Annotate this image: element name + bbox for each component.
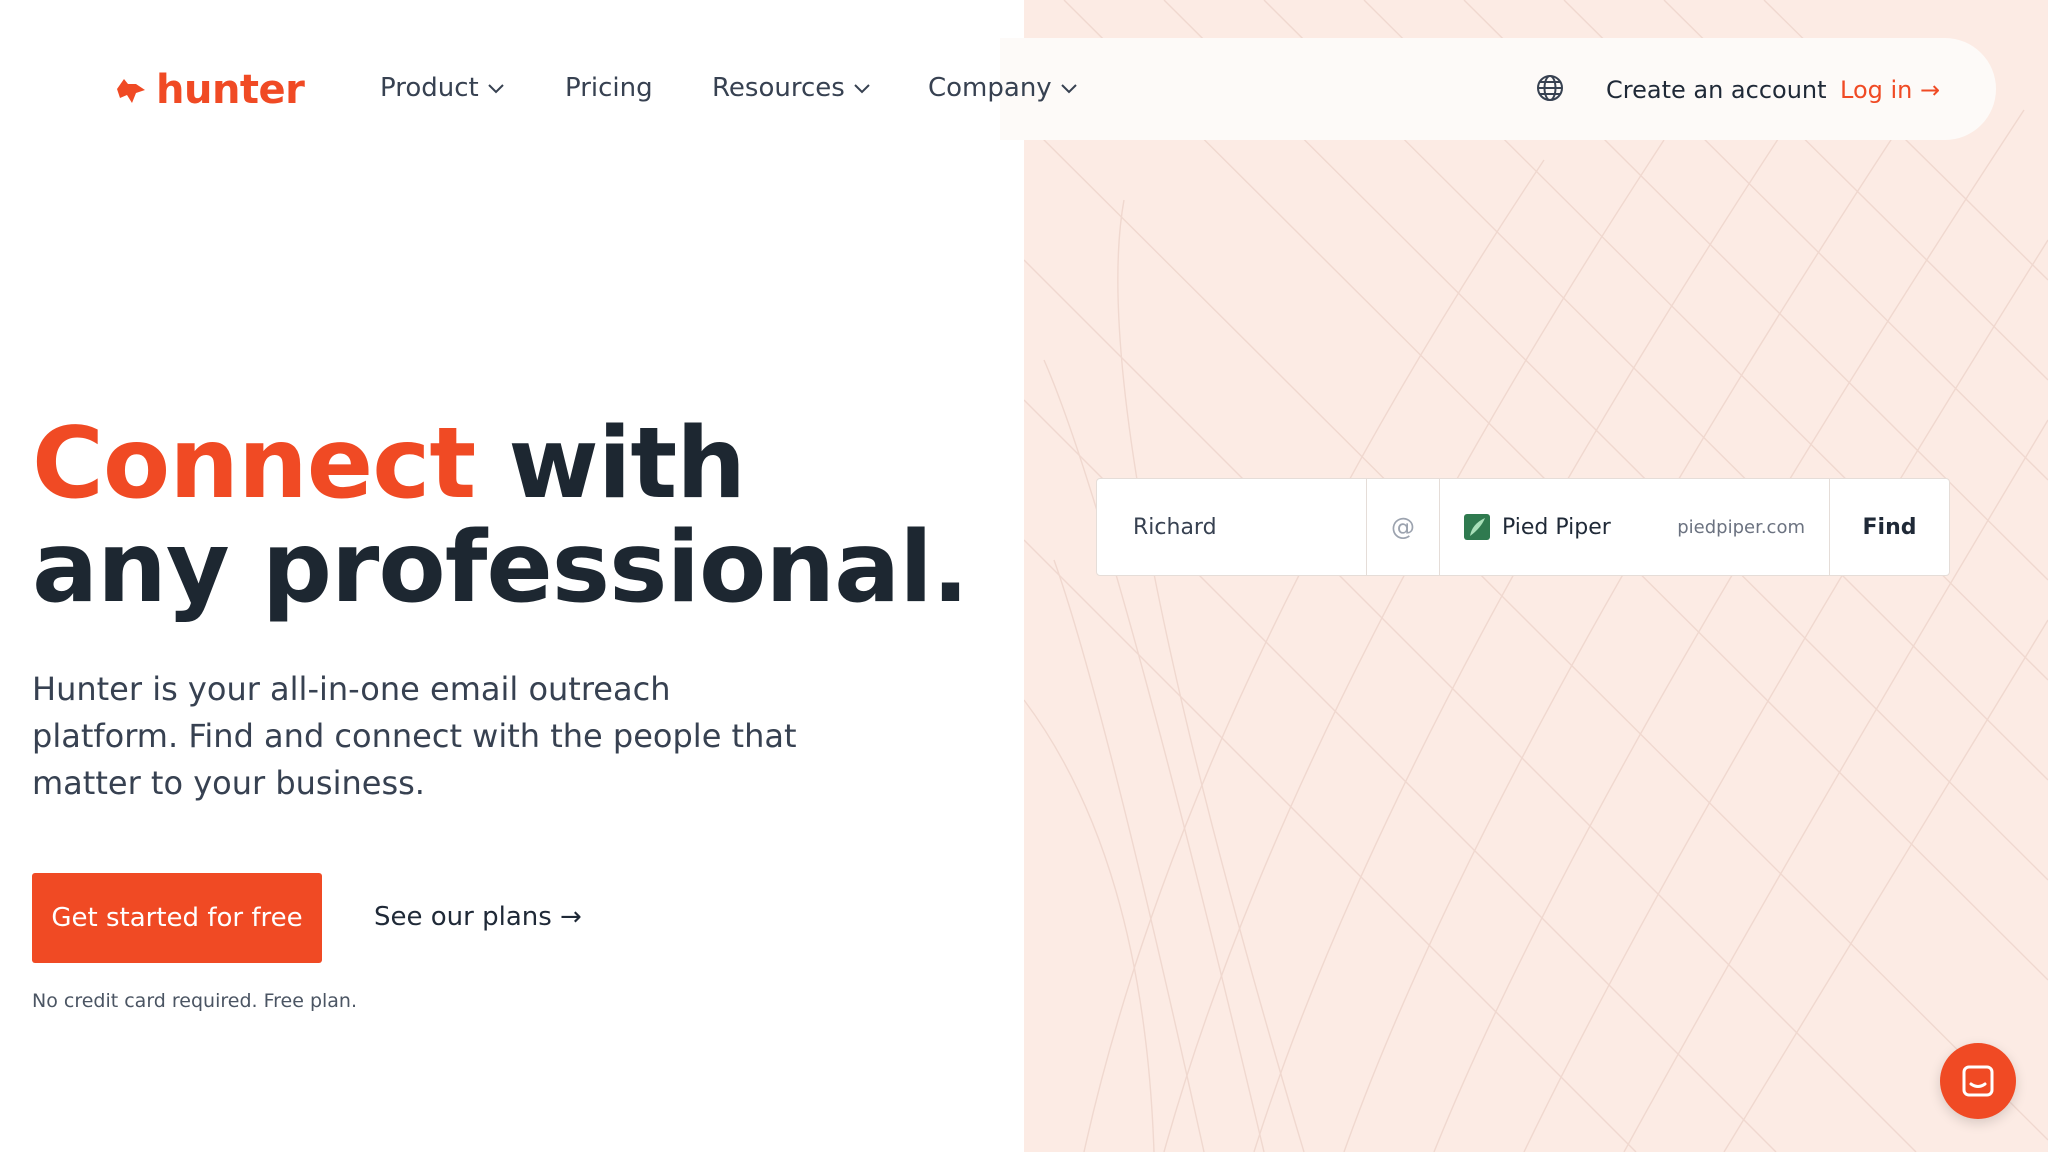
chevron-down-icon — [1060, 84, 1077, 94]
hero-headline: Connect with any professional. — [32, 412, 969, 620]
login-link[interactable]: Log in → — [1840, 70, 1940, 110]
create-account-link[interactable]: Create an account — [1606, 70, 1827, 110]
company-domain: piedpiper.com — [1677, 516, 1805, 538]
nav-company-label: Company — [928, 73, 1052, 103]
at-symbol: @ — [1391, 513, 1415, 541]
nav-pricing-label: Pricing — [565, 73, 653, 103]
nav-resources[interactable]: Resources — [712, 68, 871, 108]
email-finder-widget: Richard @ Pied Piper piedpiper.com Find — [1096, 478, 1950, 576]
name-value: Richard — [1133, 514, 1217, 540]
globe-icon[interactable] — [1534, 72, 1566, 104]
nav-company[interactable]: Company — [928, 68, 1078, 108]
company-selection: Pied Piper — [1464, 514, 1611, 540]
nav-product-label: Product — [380, 73, 479, 103]
hero-description: Hunter is your all-in-one email outreach… — [32, 670, 797, 802]
hunter-logo[interactable]: hunter — [114, 62, 305, 118]
chat-launcher-button[interactable] — [1940, 1043, 2016, 1119]
find-button[interactable]: Find — [1830, 479, 1949, 575]
headline-line2: any professional. — [32, 511, 969, 625]
pied-piper-logo-icon — [1464, 514, 1490, 540]
hunter-fox-icon — [117, 79, 145, 103]
see-plans-link[interactable]: See our plans → — [374, 897, 582, 937]
nav-resources-label: Resources — [712, 73, 845, 103]
logo-text: hunter — [156, 67, 305, 113]
headline-accent: Connect — [32, 407, 476, 521]
headline-line1-rest: with — [475, 407, 746, 521]
at-separator: @ — [1367, 479, 1440, 575]
find-label: Find — [1862, 514, 1917, 540]
name-input[interactable]: Richard — [1097, 479, 1367, 575]
chevron-down-icon — [488, 84, 504, 94]
nav-pricing[interactable]: Pricing — [565, 68, 653, 108]
nav-product[interactable]: Product — [380, 68, 505, 108]
get-started-button[interactable]: Get started for free — [32, 873, 322, 963]
hero-illustration-panel — [1024, 0, 2048, 1152]
company-name: Pied Piper — [1502, 514, 1611, 540]
chat-icon — [1962, 1065, 1994, 1097]
chevron-down-icon — [854, 84, 870, 94]
company-input[interactable]: Pied Piper piedpiper.com — [1440, 479, 1830, 575]
mesh-background — [1024, 0, 2048, 1152]
no-credit-card-note: No credit card required. Free plan. — [32, 990, 358, 1012]
